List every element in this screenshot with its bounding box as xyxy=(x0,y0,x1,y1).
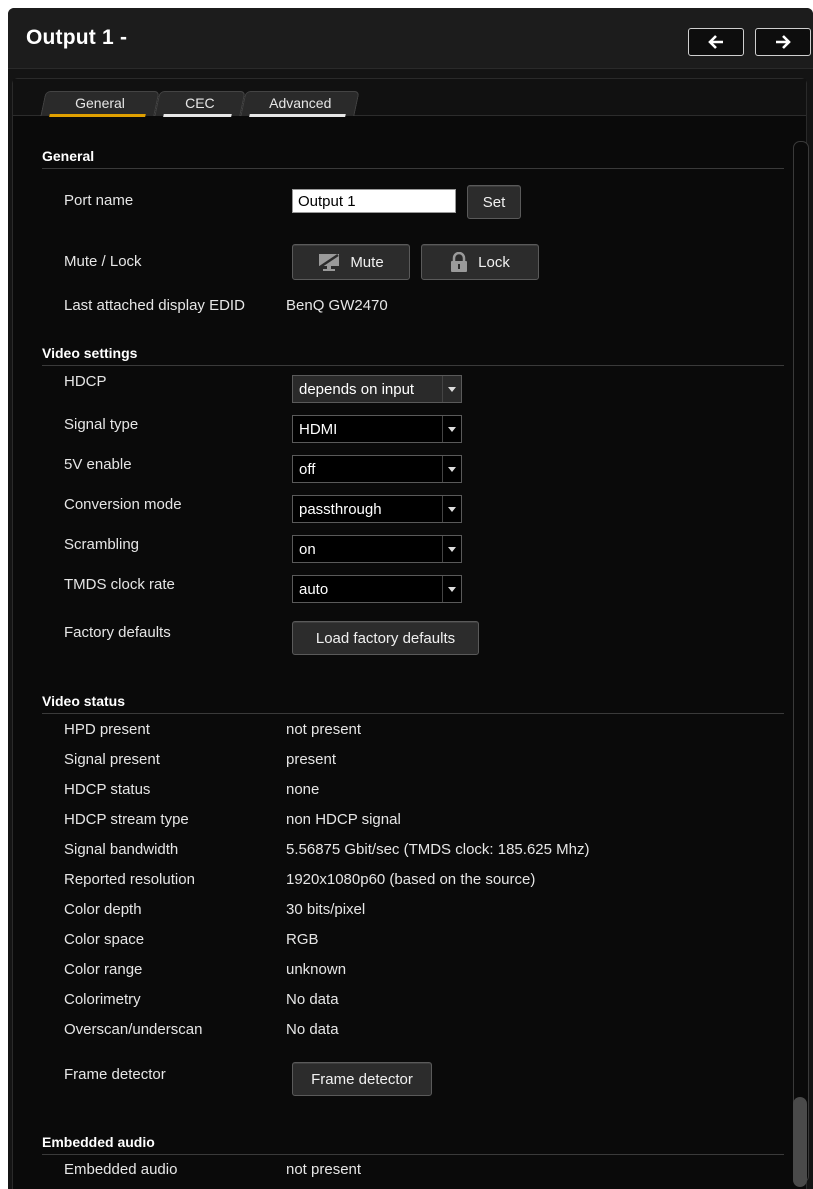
tab-cec[interactable]: CEC xyxy=(154,91,246,117)
chevron-down-icon xyxy=(442,576,461,602)
tmds-clock-rate-select[interactable]: auto xyxy=(292,575,462,603)
chevron-down-icon xyxy=(442,536,461,562)
status-value: RGB xyxy=(286,931,319,948)
tmds-clock-rate-label: TMDS clock rate xyxy=(64,576,175,593)
conversion-mode-select-value: passthrough xyxy=(299,501,382,518)
lock-icon xyxy=(450,252,468,272)
tmds-clock-rate-select-value: auto xyxy=(299,581,329,598)
arrow-right-icon xyxy=(776,35,791,49)
port-name-label: Port name xyxy=(64,192,134,209)
status-value: unknown xyxy=(286,961,347,978)
tab-cec-label: CEC xyxy=(185,95,215,111)
output-window: Output 1 - General CEC Advanced General … xyxy=(8,8,813,1189)
tab-advanced-label: Advanced xyxy=(268,95,332,111)
hdcp-select-value: depends on input xyxy=(299,381,415,398)
status-value: not present xyxy=(286,721,362,738)
status-label: Signal present xyxy=(64,751,160,768)
chevron-down-icon xyxy=(442,416,461,442)
fivev-enable-label: 5V enable xyxy=(64,456,132,473)
edid-value: BenQ GW2470 xyxy=(286,297,388,314)
load-factory-defaults-button[interactable]: Load factory defaults xyxy=(292,621,479,655)
mute-monitor-icon xyxy=(318,253,340,271)
section-divider xyxy=(42,713,784,714)
factory-defaults-label: Factory defaults xyxy=(64,624,171,641)
conversion-mode-select[interactable]: passthrough xyxy=(292,495,462,523)
status-label: Colorimetry xyxy=(64,991,141,1008)
section-divider xyxy=(42,168,784,169)
status-label: Signal bandwidth xyxy=(64,841,179,858)
tab-bar: General CEC Advanced xyxy=(13,79,806,117)
tab-advanced-underline xyxy=(249,114,346,117)
status-value: 30 bits/pixel xyxy=(286,901,366,918)
signal-type-select-value: HDMI xyxy=(299,421,338,438)
status-value: No data xyxy=(286,991,339,1008)
status-value: No data xyxy=(286,1021,339,1038)
tab-advanced[interactable]: Advanced xyxy=(240,91,360,117)
chevron-down-icon xyxy=(442,456,461,482)
frame-detector-button-label: Frame detector xyxy=(311,1070,413,1088)
status-value: 1920x1080p60 (based on the source) xyxy=(286,871,536,888)
section-title-video-settings: Video settings xyxy=(42,345,138,361)
port-name-input[interactable] xyxy=(292,189,456,213)
section-title-video-status: Video status xyxy=(42,693,125,709)
lock-button[interactable]: Lock xyxy=(421,244,539,280)
status-label: HPD present xyxy=(64,721,150,738)
edid-label: Last attached display EDID xyxy=(64,297,245,314)
tab-cec-underline xyxy=(163,114,232,117)
status-value: non HDCP signal xyxy=(286,811,401,828)
previous-button[interactable] xyxy=(688,28,744,56)
section-divider xyxy=(42,1154,784,1155)
mute-button-label: Mute xyxy=(350,253,384,271)
set-button-label: Set xyxy=(482,193,506,211)
fivev-enable-select[interactable]: off xyxy=(292,455,462,483)
status-label: HDCP stream type xyxy=(64,811,189,828)
status-value: none xyxy=(286,781,320,798)
load-factory-defaults-button-label: Load factory defaults xyxy=(315,629,456,647)
tab-general-label: General xyxy=(75,95,126,111)
embedded-audio-value: not present xyxy=(286,1161,362,1178)
scrambling-label: Scrambling xyxy=(64,536,140,553)
status-label: Color space xyxy=(64,931,145,948)
status-label: Color depth xyxy=(64,901,142,918)
signal-type-select[interactable]: HDMI xyxy=(292,415,462,443)
chevron-down-icon xyxy=(442,496,461,522)
set-button[interactable]: Set xyxy=(467,185,521,219)
status-label: HDCP status xyxy=(64,781,151,798)
signal-type-label: Signal type xyxy=(64,416,139,433)
tab-general[interactable]: General xyxy=(40,91,160,117)
mute-button[interactable]: Mute xyxy=(292,244,410,280)
scrambling-select[interactable]: on xyxy=(292,535,462,563)
hdcp-label: HDCP xyxy=(64,373,107,390)
scrambling-select-value: on xyxy=(299,541,316,558)
status-label: Overscan/underscan xyxy=(64,1021,203,1038)
embedded-audio-label: Embedded audio xyxy=(64,1161,178,1178)
chevron-down-icon xyxy=(442,376,461,402)
mute-lock-label: Mute / Lock xyxy=(64,253,142,270)
tab-general-underline xyxy=(49,114,146,117)
frame-detector-button[interactable]: Frame detector xyxy=(292,1062,432,1096)
status-label: Color range xyxy=(64,961,143,978)
scrollbar-track[interactable] xyxy=(793,141,809,1183)
page-title: Output 1 - xyxy=(26,26,128,49)
fivev-enable-select-value: off xyxy=(299,461,316,478)
status-value: present xyxy=(286,751,337,768)
scrollbar-thumb[interactable] xyxy=(793,1097,807,1187)
hdcp-select[interactable]: depends on input xyxy=(292,375,462,403)
section-divider xyxy=(42,365,784,366)
status-value: 5.56875 Gbit/sec (TMDS clock: 185.625 Mh… xyxy=(286,841,590,858)
frame-detector-label: Frame detector xyxy=(64,1066,166,1083)
conversion-mode-label: Conversion mode xyxy=(64,496,182,513)
next-button[interactable] xyxy=(755,28,811,56)
arrow-left-icon xyxy=(708,35,723,49)
header-bar: Output 1 - xyxy=(8,8,813,69)
section-title-general: General xyxy=(42,148,95,164)
status-label: Reported resolution xyxy=(64,871,195,888)
lock-button-label: Lock xyxy=(478,253,510,271)
section-title-embedded-audio: Embedded audio xyxy=(42,1134,155,1150)
